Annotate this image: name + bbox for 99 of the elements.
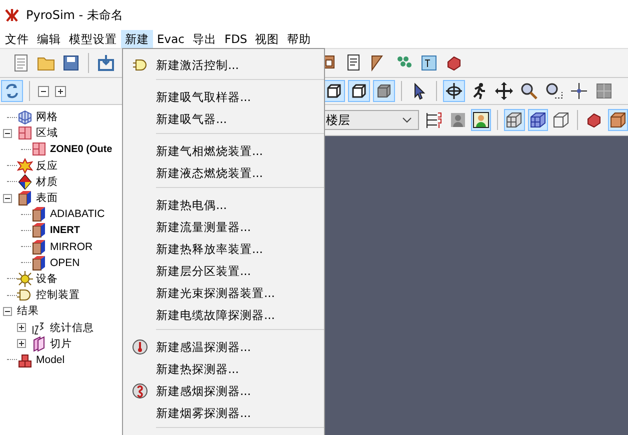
- floors-icon: [425, 111, 444, 129]
- slice-icon: [31, 336, 47, 352]
- zone-icon: [31, 141, 47, 158]
- menu-item[interactable]: 视图: [251, 30, 284, 48]
- tag-box-icon: [420, 54, 438, 72]
- control-icon: [17, 287, 33, 304]
- tree-item[interactable]: 网格: [36, 110, 58, 124]
- menu-item[interactable]: 新建热探测器...: [123, 358, 324, 380]
- menu-item[interactable]: 导出: [188, 30, 220, 48]
- tree-item[interactable]: OPEN: [50, 256, 80, 269]
- tree-item[interactable]: 表面: [36, 191, 58, 206]
- menu-item[interactable]: 新建: [121, 30, 153, 48]
- menu-item[interactable]: 新建层分区装置...: [123, 260, 324, 282]
- menu-item[interactable]: 模型设置: [65, 30, 121, 48]
- collapse-icon: [38, 86, 48, 96]
- tree-item[interactable]: 区域: [36, 126, 58, 140]
- tree-item[interactable]: INERT: [50, 224, 80, 236]
- menu-item[interactable]: 新建烟雾探测器...: [123, 402, 324, 424]
- menu-item[interactable]: 新建热电偶...: [123, 194, 324, 216]
- tree-toggle-icon[interactable]: [17, 339, 26, 348]
- tree-item[interactable]: 统计信息: [50, 320, 94, 335]
- zoom-box-icon: [545, 82, 563, 100]
- tree-item[interactable]: MIRROR: [50, 240, 93, 253]
- grid-icon: [595, 82, 613, 100]
- person-icon: [472, 111, 490, 129]
- control-icon: [132, 57, 148, 73]
- toolbar-button[interactable]: [323, 80, 345, 102]
- tree-item[interactable]: 设备: [36, 272, 58, 286]
- thermometer-icon: [132, 339, 148, 355]
- menu-item[interactable]: FDS: [220, 30, 252, 48]
- toolbar-button[interactable]: [471, 109, 492, 131]
- menu-item[interactable]: 新建感温探测器...: [123, 336, 324, 358]
- toolbar-button[interactable]: [493, 80, 515, 102]
- device-icon: [17, 270, 33, 287]
- window-title: PyroSim - 未命名: [26, 6, 123, 24]
- tree-toggle-icon[interactable]: [3, 128, 12, 138]
- surface-icon: [31, 222, 47, 238]
- document-icon: [12, 54, 30, 72]
- menu-item[interactable]: 新建液态燃烧装置...: [123, 162, 324, 184]
- menu-item[interactable]: 新建气相燃烧装置...: [123, 140, 324, 162]
- tree-toggle-icon[interactable]: [3, 306, 12, 316]
- stats-icon: [31, 320, 47, 336]
- zoom-icon: [520, 82, 538, 100]
- blocks-icon: [585, 111, 604, 129]
- toolbar-button[interactable]: [443, 80, 465, 102]
- sync-icon: [3, 82, 21, 100]
- zone-icon: [17, 125, 33, 142]
- toolbar-button[interactable]: [348, 80, 370, 102]
- material-icon: [17, 174, 33, 190]
- toolbar-button[interactable]: [36, 84, 50, 98]
- model-icon: [17, 352, 33, 368]
- chevron-down-icon: [402, 117, 412, 123]
- mesh-icon: [505, 111, 524, 129]
- import-icon: [97, 54, 115, 72]
- menu-item[interactable]: 新建吸气器...: [123, 108, 324, 130]
- surface-icon: [31, 254, 47, 271]
- menu-item[interactable]: Evac: [153, 30, 188, 48]
- mesh-icon: [528, 111, 547, 129]
- surface-icon: [17, 190, 33, 206]
- mesh-icon: [17, 109, 33, 126]
- cube-icon: [350, 82, 368, 100]
- toolbar-button[interactable]: [528, 109, 548, 131]
- wireframe-icon: [552, 111, 570, 129]
- menu-item[interactable]: 新建热释放率装置...: [123, 238, 324, 260]
- tree-item[interactable]: 反应: [36, 158, 58, 173]
- move-icon: [495, 82, 513, 100]
- cube-icon: [375, 82, 393, 100]
- menu-item[interactable]: 帮助: [283, 30, 316, 48]
- orbit-icon: [445, 82, 463, 100]
- toolbar-button[interactable]: [608, 109, 628, 131]
- tree-toggle-icon[interactable]: [3, 194, 12, 203]
- tree-item[interactable]: 控制装置: [36, 288, 80, 302]
- crosshair-icon: [570, 82, 588, 100]
- menu-item[interactable]: 新建电缆故障探测器...: [123, 304, 324, 326]
- menu-item[interactable]: 新建感烟探测器...: [123, 380, 324, 402]
- menu-item[interactable]: 文件: [1, 30, 33, 48]
- tree-item[interactable]: 材质: [36, 174, 58, 189]
- menu-item[interactable]: 新建吸气取样器...: [123, 86, 324, 108]
- menu-item[interactable]: 新建光束探测器装置...: [123, 282, 324, 304]
- person-icon: [448, 111, 467, 129]
- toolbar-button[interactable]: [53, 84, 67, 98]
- expand-icon: [54, 86, 66, 96]
- surface-icon: [31, 238, 47, 255]
- cube-icon: [325, 82, 343, 100]
- toolbar-button[interactable]: [568, 80, 590, 102]
- reaction-icon: [17, 158, 33, 174]
- save-icon: [62, 54, 80, 72]
- menu-item[interactable]: 新建流量测量器...: [123, 216, 324, 238]
- tree-item[interactable]: ADIABATIC: [50, 208, 105, 220]
- surface-icon: [31, 206, 47, 222]
- smoke-detector-icon: [132, 383, 148, 399]
- tree-toggle-icon[interactable]: [17, 323, 26, 332]
- menu-item[interactable]: 编辑: [33, 30, 65, 48]
- box-icon: [608, 111, 627, 129]
- tree-item[interactable]: ZONE0 (Oute: [50, 144, 112, 155]
- tree-item[interactable]: 切片: [50, 336, 72, 351]
- tree-item[interactable]: Model: [36, 354, 65, 366]
- tree-item[interactable]: 结果: [17, 304, 39, 318]
- blocks-icon: [445, 54, 463, 72]
